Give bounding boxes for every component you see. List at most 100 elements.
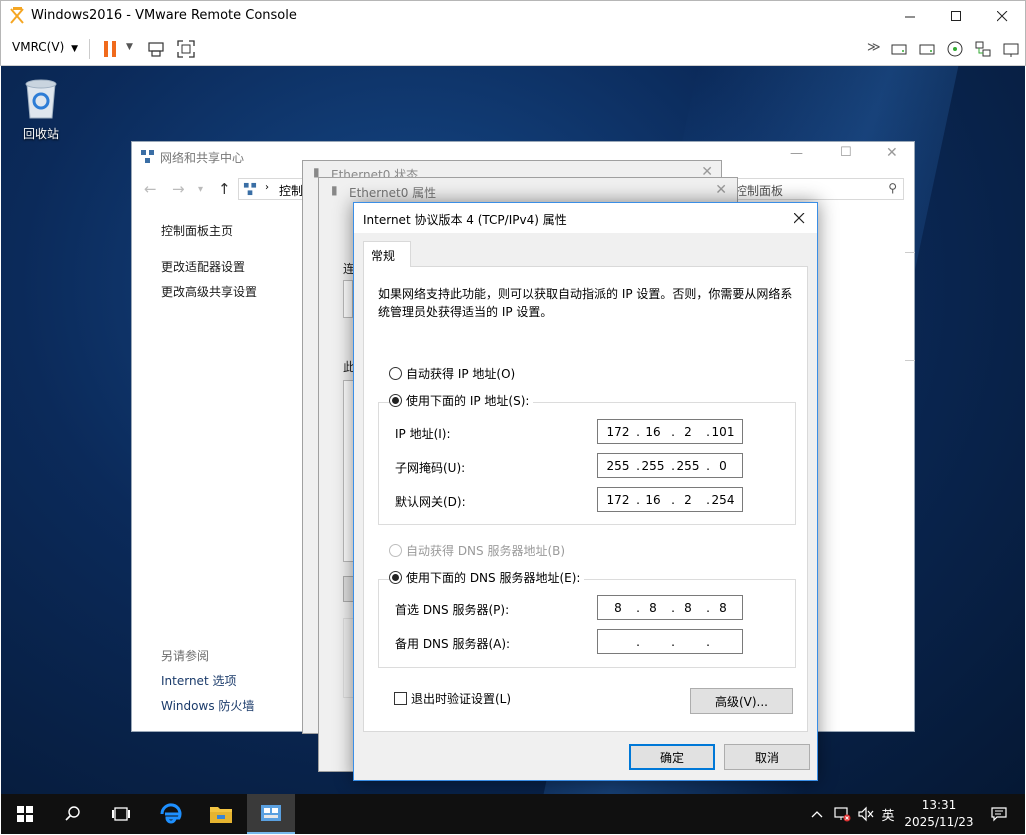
- manual-dns-label: 使用下面的 DNS 服务器地址(E):: [406, 571, 581, 585]
- default-gateway-label: 默认网关(D):: [395, 495, 466, 509]
- gateway-octet: 254: [711, 493, 735, 507]
- breadcrumb: 控制: [279, 184, 304, 198]
- divider: [905, 252, 915, 253]
- hard-disk-2-icon[interactable]: [918, 40, 936, 58]
- recycle-bin-label: 回收站: [22, 127, 59, 141]
- search-icon: ⚲: [888, 181, 897, 195]
- ip-address-label: IP 地址(I):: [395, 427, 451, 441]
- recycle-bin-icon: [25, 79, 57, 119]
- close-button[interactable]: [979, 1, 1025, 32]
- cd-dvd-icon[interactable]: [946, 40, 964, 58]
- notification-icon: [991, 807, 1007, 822]
- network-center-taskbar-button[interactable]: [247, 794, 295, 834]
- cancel-button[interactable]: 取消: [724, 744, 810, 770]
- dialog-titlebar: Internet 协议版本 4 (TCP/IPv4) 属性: [354, 203, 817, 233]
- nsc-close-icon[interactable]: ✕: [886, 145, 898, 161]
- vmrc-menu[interactable]: VMRC(V) ▼: [12, 40, 78, 54]
- hard-disk-icon[interactable]: [890, 40, 908, 58]
- ethernet-props-close-icon[interactable]: ✕: [715, 182, 727, 198]
- internet-options-link[interactable]: Internet 选项: [161, 672, 236, 689]
- nsc-title: 网络和共享中心: [160, 151, 245, 165]
- manual-dns-radio[interactable]: 使用下面的 DNS 服务器地址(E):: [389, 569, 585, 586]
- advanced-button[interactable]: 高级(V)...: [690, 688, 793, 714]
- ip-address-field[interactable]: 172 . 16 . 2 . 101: [597, 419, 743, 444]
- search-button[interactable]: [49, 794, 97, 834]
- windows-firewall-link[interactable]: Windows 防火墙: [161, 697, 254, 714]
- taskbar: 英 13:31 2025/11/23: [1, 794, 1025, 834]
- alternate-dns-label: 备用 DNS 服务器(A):: [395, 637, 511, 651]
- volume-muted-icon: [858, 806, 874, 822]
- clock-date: 2025/11/23: [904, 815, 974, 829]
- nav-up-icon[interactable]: ↑: [218, 180, 231, 198]
- task-view-button[interactable]: [97, 794, 145, 834]
- search-input[interactable]: 控制面板 ⚲: [728, 178, 904, 200]
- dialog-close-button[interactable]: [781, 203, 817, 233]
- ok-button[interactable]: 确定: [629, 744, 715, 770]
- radio-indicator-selected: [389, 571, 402, 584]
- show-hidden-icons-button[interactable]: [807, 794, 827, 834]
- pause-dropdown-icon[interactable]: ▼: [126, 42, 133, 52]
- preferred-dns-field[interactable]: 8 . 8 . 8 . 8: [597, 595, 743, 620]
- action-center-button[interactable]: [979, 794, 1019, 834]
- expand-toolbar-icon[interactable]: ≫: [867, 40, 881, 55]
- network-adapter-icon[interactable]: [974, 40, 992, 58]
- divider: [905, 360, 915, 361]
- close-icon: [793, 212, 804, 223]
- tab-general[interactable]: 常规: [363, 241, 411, 267]
- task-view-icon: [112, 807, 130, 821]
- input-method-indicator[interactable]: 英: [877, 794, 899, 834]
- taskbar-clock[interactable]: 13:31 2025/11/23: [899, 797, 979, 831]
- nav-back-icon[interactable]: ←: [144, 180, 157, 198]
- network-icon: [141, 150, 154, 163]
- validate-on-exit-checkbox[interactable]: 退出时验证设置(L): [394, 690, 511, 707]
- recent-dropdown-icon[interactable]: ▾: [198, 184, 203, 195]
- control-panel-home-link[interactable]: 控制面板主页: [161, 222, 233, 239]
- recycle-bin[interactable]: 回收站: [15, 74, 67, 142]
- network-tray-button[interactable]: [831, 794, 853, 834]
- send-ctrl-alt-del-icon[interactable]: [147, 40, 165, 58]
- dns-octet: 8: [719, 601, 727, 615]
- file-explorer-button[interactable]: [197, 794, 245, 834]
- vmrc-menu-label: VMRC(V): [12, 40, 65, 54]
- ipv4-properties-dialog[interactable]: Internet 协议版本 4 (TCP/IPv4) 属性 常规 如果网络支持此…: [353, 202, 818, 781]
- clock-time: 13:31: [921, 798, 957, 812]
- vmrc-titlebar: Windows2016 - VMware Remote Console: [0, 0, 1026, 31]
- start-button[interactable]: [1, 794, 49, 834]
- usb-device-icon[interactable]: [1002, 40, 1020, 58]
- nsc-maximize-icon[interactable]: ☐: [840, 145, 852, 160]
- nsc-minimize-icon[interactable]: —: [790, 146, 803, 161]
- adapter-box: [343, 280, 353, 318]
- change-advanced-sharing-link[interactable]: 更改高级共享设置: [161, 283, 257, 300]
- manual-dns-group: [378, 579, 796, 668]
- auto-ip-radio[interactable]: 自动获得 IP 地址(O): [389, 365, 515, 382]
- ethernet-props-icon: ▮: [331, 183, 338, 197]
- auto-ip-label: 自动获得 IP 地址(O): [406, 367, 516, 381]
- folder-icon: [210, 807, 232, 823]
- close-icon: [996, 11, 1007, 22]
- change-adapter-settings-link[interactable]: 更改适配器设置: [161, 258, 245, 275]
- nav-forward-icon[interactable]: →: [172, 180, 185, 198]
- default-gateway-field[interactable]: 172 . 16 . 2 . 254: [597, 487, 743, 512]
- toolbar-separator: [89, 39, 90, 59]
- alternate-dns-field[interactable]: . . .: [597, 629, 743, 654]
- subnet-mask-field[interactable]: 255 . 255 . 255 . 0: [597, 453, 743, 478]
- minimize-button[interactable]: [887, 1, 933, 32]
- network-status-icon: [834, 807, 851, 822]
- radio-indicator-disabled: [389, 544, 402, 557]
- maximize-button[interactable]: [933, 1, 979, 32]
- manual-ip-radio[interactable]: 使用下面的 IP 地址(S):: [389, 392, 534, 409]
- volume-tray-button[interactable]: [855, 794, 877, 834]
- pause-icon[interactable]: [102, 40, 120, 58]
- network-control-panel-icon: [261, 805, 281, 821]
- internet-explorer-button[interactable]: [147, 794, 195, 834]
- ethernet-props-title: Ethernet0 属性: [349, 186, 437, 200]
- maximize-icon: [950, 11, 961, 21]
- search-icon: [65, 806, 80, 821]
- validate-on-exit-label: 退出时验证设置(L): [411, 692, 512, 706]
- subnet-mask-label: 子网掩码(U):: [395, 461, 466, 475]
- auto-dns-radio[interactable]: 自动获得 DNS 服务器地址(B): [389, 542, 565, 559]
- radio-indicator: [389, 367, 402, 380]
- address-network-icon: [243, 182, 257, 196]
- fullscreen-icon[interactable]: [177, 40, 195, 58]
- vmrc-toolbar: VMRC(V) ▼ ▼ ≫: [0, 31, 1026, 66]
